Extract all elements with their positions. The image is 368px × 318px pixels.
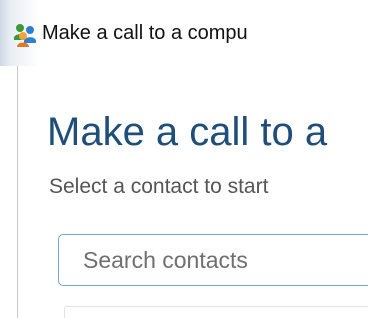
search-input[interactable] xyxy=(59,235,368,285)
people-contacts-icon xyxy=(14,24,36,47)
contacts-list[interactable] xyxy=(64,306,368,318)
page-subtitle: Select a contact to start xyxy=(49,175,269,198)
call-dialog-window: Make a call to a compu Make a call to a … xyxy=(0,0,368,318)
title-bar[interactable]: Make a call to a compu xyxy=(0,0,368,66)
dialog-content: Make a call to a Select a contact to sta… xyxy=(18,66,368,318)
search-box[interactable] xyxy=(58,234,368,286)
page-title: Make a call to a xyxy=(47,110,328,154)
window-frame-left xyxy=(0,66,18,318)
window-title: Make a call to a compu xyxy=(42,22,248,44)
